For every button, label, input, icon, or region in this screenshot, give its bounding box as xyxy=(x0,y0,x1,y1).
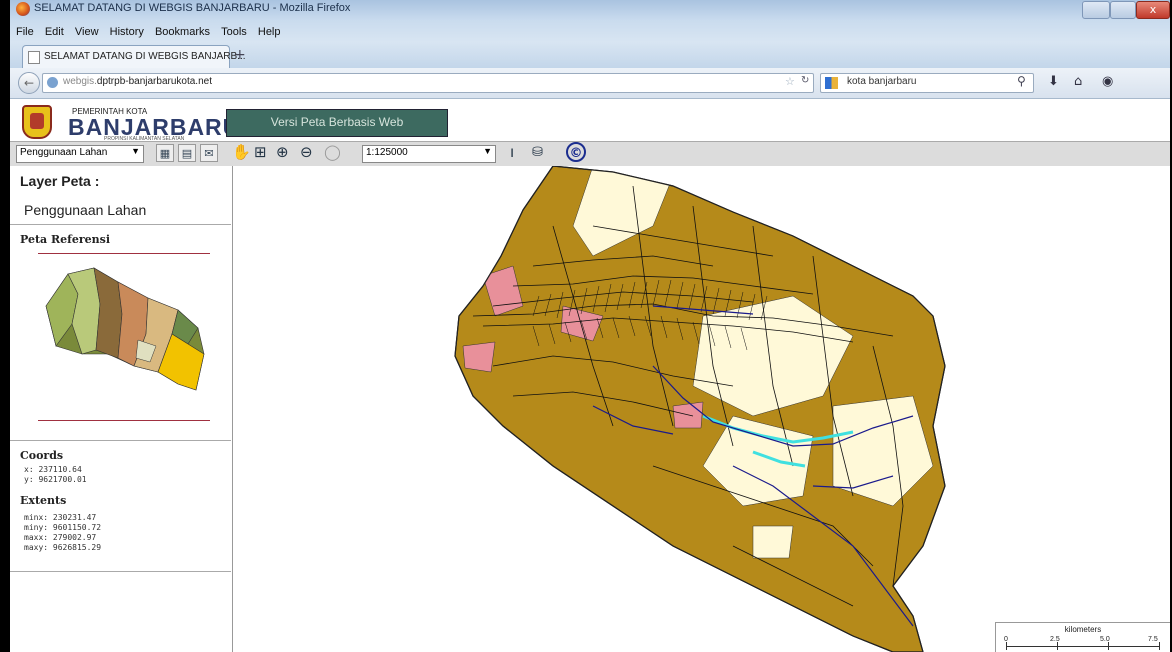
menu-history[interactable]: History xyxy=(110,26,144,38)
scale-line xyxy=(1006,646,1160,647)
back-button[interactable]: ← xyxy=(18,72,40,94)
tab-bar: SELAMAT DATANG DI WEBGIS BANJARB... + xyxy=(10,42,1170,68)
light-land-parcel xyxy=(752,525,794,559)
menu-help[interactable]: Help xyxy=(258,26,281,38)
zoom-out-icon[interactable]: ⊖ xyxy=(300,143,313,161)
home-icon[interactable]: ⌂ xyxy=(1074,74,1082,89)
new-tab-button[interactable]: + xyxy=(234,48,246,62)
coord-y: y: 9621700.01 xyxy=(24,475,87,484)
scale-tick-label: 2.5 xyxy=(1050,636,1060,643)
menu-edit[interactable]: Edit xyxy=(45,26,64,38)
map-view[interactable]: kilometers 0 2.5 5.0 7.5 xyxy=(233,166,1170,652)
scale-tick-label: 7.5 xyxy=(1148,636,1158,643)
city-emblem-icon xyxy=(22,105,52,139)
coords-section: Coords x: 237110.64 y: 9621700.01 Extent… xyxy=(10,441,231,572)
window-title: SELAMAT DATANG DI WEBGIS BANJARBARU - Mo… xyxy=(34,2,351,14)
search-engine-icon[interactable] xyxy=(825,77,838,89)
zoom-box-icon[interactable]: ⊞ xyxy=(254,143,267,161)
scale-tick-mark xyxy=(1006,642,1007,650)
reference-title: Peta Referensi xyxy=(20,233,111,246)
browser-window: SELAMAT DATANG DI WEBGIS BANJARBARU - Mo… xyxy=(10,0,1170,652)
scale-unit: kilometers xyxy=(1064,625,1102,634)
minimize-button[interactable] xyxy=(1082,1,1110,19)
url-text: webgis.dptrpb-banjarbarukota.net xyxy=(63,76,212,87)
reference-map[interactable] xyxy=(38,253,210,421)
document-icon[interactable]: ▤ xyxy=(178,144,196,162)
title-bar: SELAMAT DATANG DI WEBGIS BANJARBARU - Mo… xyxy=(10,0,1170,20)
scale-tick-mark xyxy=(1159,642,1160,650)
layer-select[interactable]: Penggunaan Lahan ▼ xyxy=(16,145,144,163)
chevron-down-icon: ▼ xyxy=(483,146,492,156)
tab-webgis[interactable]: SELAMAT DATANG DI WEBGIS BANJARB... xyxy=(22,45,246,68)
scale-select[interactable]: 1:125000 ▼ xyxy=(362,145,496,163)
scale-bar: kilometers 0 2.5 5.0 7.5 xyxy=(995,622,1170,652)
coord-x: x: 237110.64 xyxy=(24,465,82,474)
reference-map-graphic xyxy=(45,267,205,391)
legend-icon[interactable]: ▦ xyxy=(156,144,174,162)
extent-minx: minx: 230231.47 xyxy=(24,513,97,522)
layer-title: Layer Peta : xyxy=(20,173,100,189)
chevron-down-icon: ▼ xyxy=(131,146,140,156)
maximize-button[interactable] xyxy=(1110,1,1136,19)
reference-section: Peta Referensi xyxy=(10,225,231,441)
extent-maxx: maxx: 279002.97 xyxy=(24,533,97,542)
globe-icon xyxy=(47,77,58,88)
reload-icon[interactable]: ↻ xyxy=(801,75,809,86)
menu-file[interactable]: File xyxy=(16,26,34,38)
scale-tick-mark xyxy=(1057,642,1058,650)
mail-icon[interactable]: ✉ xyxy=(200,144,218,162)
webgis-page: PEMERINTAH KOTA BANJARBARU PROPINSI KALI… xyxy=(10,99,1170,652)
scale-tick-mark xyxy=(1108,642,1109,650)
page-icon xyxy=(28,51,40,64)
banner-text: Versi Peta Berbasis Web xyxy=(270,115,404,129)
tab-label: SELAMAT DATANG DI WEBGIS BANJARB... xyxy=(44,51,246,62)
search-bar[interactable]: kota banjarbaru ⚲ xyxy=(820,73,1034,93)
search-input[interactable]: kota banjarbaru xyxy=(847,76,917,87)
menu-bookmarks[interactable]: Bookmarks xyxy=(155,26,210,38)
download-icon[interactable]: ⬇ xyxy=(1048,74,1059,89)
settlement-parcel xyxy=(462,341,496,373)
binoculars-icon[interactable]: ⛁ xyxy=(532,145,543,160)
map-toolbar: Penggunaan Lahan ▼ ▦ ▤ ✉ ✋ ⊞ ⊕ ⊖ ◯ 1:125… xyxy=(10,141,1170,167)
navigation-bar: ← webgis.dptrpb-banjarbarukota.net ☆ ↻ k… xyxy=(10,68,1170,99)
extent-miny: miny: 9601150.72 xyxy=(24,523,102,532)
pan-hand-icon[interactable]: ✋ xyxy=(232,143,251,161)
layer-value: Penggunaan Lahan xyxy=(24,202,147,218)
header-banner: Versi Peta Berbasis Web xyxy=(226,109,448,137)
extent-maxy: maxy: 9626815.29 xyxy=(24,543,102,552)
menu-bar: File Edit View History Bookmarks Tools H… xyxy=(10,20,1170,42)
url-bar[interactable]: webgis.dptrpb-banjarbarukota.net ☆ ↻ xyxy=(42,73,814,93)
magnifier-icon[interactable]: ◯ xyxy=(324,143,341,161)
close-button[interactable]: x xyxy=(1136,1,1170,19)
sidebar: Layer Peta : Penggunaan Lahan Peta Refer… xyxy=(10,166,233,652)
coords-title: Coords xyxy=(20,449,64,462)
addon-icon[interactable]: ◉ xyxy=(1102,74,1113,89)
bookmark-star-icon[interactable]: ☆ xyxy=(785,75,795,88)
extents-title: Extents xyxy=(20,494,67,507)
search-icon[interactable]: ⚲ xyxy=(1017,74,1026,88)
firefox-icon xyxy=(16,2,30,16)
zoom-in-icon[interactable]: ⊕ xyxy=(276,143,289,161)
copyright-icon[interactable]: © xyxy=(566,142,586,162)
menu-tools[interactable]: Tools xyxy=(221,26,247,38)
layer-section: Layer Peta : Penggunaan Lahan xyxy=(10,166,231,225)
land-use-map xyxy=(454,166,946,652)
identify-icon[interactable]: ı xyxy=(510,143,514,161)
menu-view[interactable]: View xyxy=(75,26,99,38)
